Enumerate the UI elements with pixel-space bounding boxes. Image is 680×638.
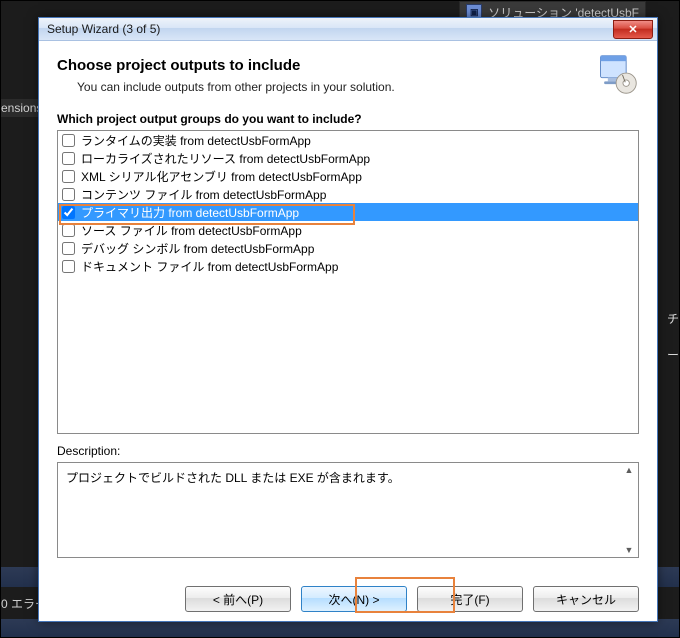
output-group-checkbox[interactable]: [62, 170, 75, 183]
output-group-row[interactable]: デバッグ シンボル from detectUsbFormApp: [58, 239, 638, 257]
cancel-button[interactable]: キャンセル: [533, 586, 639, 612]
output-group-label: XML シリアル化アセンブリ from detectUsbFormApp: [81, 168, 362, 185]
output-group-row[interactable]: XML シリアル化アセンブリ from detectUsbFormApp: [58, 167, 638, 185]
wizard-setup-icon: [595, 52, 639, 96]
question-label: Which project output groups do you want …: [57, 112, 639, 126]
output-group-checkbox[interactable]: [62, 188, 75, 201]
output-group-checkbox[interactable]: [62, 224, 75, 237]
back-button[interactable]: < 前へ(P): [185, 586, 291, 612]
next-button[interactable]: 次へ(N) >: [301, 586, 407, 612]
output-group-row[interactable]: コンテンツ ファイル from detectUsbFormApp: [58, 185, 638, 203]
output-group-row[interactable]: ローカライズされたリソース from detectUsbFormApp: [58, 149, 638, 167]
description-text: プロジェクトでビルドされた DLL または EXE が含まれます。: [66, 471, 400, 485]
wizard-button-bar: < 前へ(P) 次へ(N) > 完了(F) キャンセル: [39, 577, 657, 621]
output-group-label: デバッグ シンボル from detectUsbFormApp: [81, 240, 314, 257]
output-group-checkbox[interactable]: [62, 260, 75, 273]
page-header: Choose project outputs to include: [57, 57, 639, 74]
output-group-row[interactable]: ソース ファイル from detectUsbFormApp: [58, 221, 638, 239]
output-group-label: ソース ファイル from detectUsbFormApp: [81, 222, 302, 239]
output-group-row[interactable]: ドキュメント ファイル from detectUsbFormApp: [58, 257, 638, 275]
close-icon: ✕: [628, 23, 637, 36]
right-tab-2[interactable]: ー: [667, 337, 679, 373]
output-group-label: ドキュメント ファイル from detectUsbFormApp: [81, 258, 338, 275]
output-group-label: ランタイムの実装 from detectUsbFormApp: [81, 132, 311, 149]
output-group-checkbox[interactable]: [62, 134, 75, 147]
output-group-checkbox[interactable]: [62, 152, 75, 165]
setup-wizard-dialog: Setup Wizard (3 of 5) ✕ Choose project o…: [38, 17, 658, 622]
vs-background: ensions 0 エラー チ ー ▣ ソリューション 'detectUsbF …: [0, 0, 680, 638]
description-box: プロジェクトでビルドされた DLL または EXE が含まれます。 ▲ ▼: [57, 462, 639, 558]
dialog-body: Choose project outputs to include You ca…: [39, 41, 657, 558]
scroll-up-icon[interactable]: ▲: [622, 465, 636, 475]
right-tab-1[interactable]: チ: [667, 301, 679, 337]
page-subheader: You can include outputs from other proje…: [77, 80, 639, 94]
output-groups-listbox[interactable]: ランタイムの実装 from detectUsbFormAppローカライズされたリ…: [57, 130, 639, 434]
dialog-titlebar[interactable]: Setup Wizard (3 of 5) ✕: [39, 18, 657, 41]
output-group-label: プライマリ出力 from detectUsbFormApp: [81, 204, 299, 221]
right-docked-tabs: チ ー: [667, 301, 679, 373]
description-label: Description:: [57, 444, 639, 458]
close-button[interactable]: ✕: [613, 20, 653, 39]
output-group-label: ローカライズされたリソース from detectUsbFormApp: [81, 150, 370, 167]
extensions-panel-label: ensions: [1, 99, 42, 117]
output-group-label: コンテンツ ファイル from detectUsbFormApp: [81, 186, 326, 203]
output-group-row[interactable]: ランタイムの実装 from detectUsbFormApp: [58, 131, 638, 149]
finish-button[interactable]: 完了(F): [417, 586, 523, 612]
output-group-row[interactable]: プライマリ出力 from detectUsbFormApp: [58, 203, 638, 221]
scroll-down-icon[interactable]: ▼: [622, 545, 636, 555]
dialog-title: Setup Wizard (3 of 5): [47, 22, 160, 36]
output-group-checkbox[interactable]: [62, 242, 75, 255]
output-group-checkbox[interactable]: [62, 206, 75, 219]
